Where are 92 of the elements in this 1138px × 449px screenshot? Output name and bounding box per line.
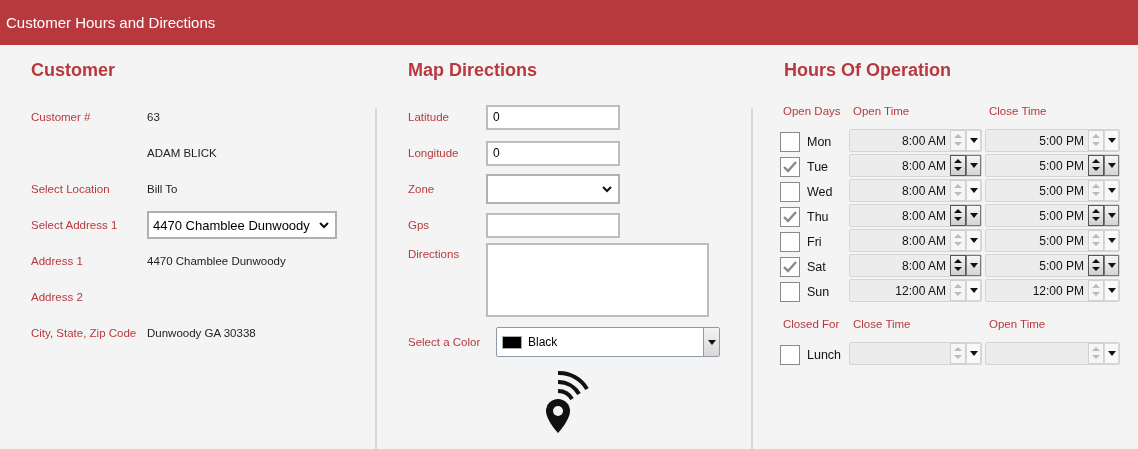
time-picker[interactable]: 8:00 AM (849, 229, 982, 252)
column-header: Open Time (989, 317, 1047, 332)
field-label: Select a Color (408, 336, 482, 348)
time-picker[interactable]: 8:00 AM (849, 154, 982, 177)
field-value: 4470 Chamblee Dunwoody (147, 255, 286, 267)
caret-icon[interactable] (1107, 188, 1116, 193)
day-label: Mon (807, 134, 832, 149)
caret-icon[interactable] (969, 351, 978, 356)
checkbox[interactable] (780, 181, 800, 202)
checkbox[interactable] (780, 156, 800, 177)
time-picker[interactable]: 5:00 PM (985, 204, 1120, 227)
field-label: Address 1 (31, 255, 83, 267)
chevron-icon (602, 185, 612, 193)
input-field[interactable] (486, 212, 620, 238)
time-picker[interactable]: 12:00 PM (985, 279, 1120, 302)
caret-icon[interactable] (969, 138, 978, 143)
caret-icon[interactable] (1107, 288, 1116, 293)
caret-icon[interactable] (1107, 213, 1116, 218)
time-picker[interactable]: 12:00 AM (849, 279, 982, 302)
spin-buttons[interactable] (950, 205, 966, 226)
checkbox[interactable] (780, 206, 800, 227)
time-picker[interactable]: 8:00 AM (849, 129, 982, 152)
checkbox[interactable] (780, 131, 800, 152)
day-label: Lunch (807, 347, 842, 362)
column-header: Close Time (989, 104, 1048, 119)
field-label: Longitude (408, 147, 460, 159)
caret-icon[interactable] (969, 238, 978, 243)
caret-icon[interactable] (969, 188, 978, 193)
input-field[interactable]: 0 (486, 104, 620, 130)
field-label: Select Location (31, 183, 110, 195)
field-value: 63 (147, 111, 160, 123)
caret-icon[interactable] (1107, 163, 1116, 168)
caret-icon[interactable] (1107, 138, 1116, 143)
field-value: ADAM BLICK (147, 147, 217, 159)
section-title: Map Directions (408, 58, 538, 82)
time-picker[interactable]: 5:00 PM (985, 229, 1120, 252)
section-title: Hours Of Operation (784, 58, 951, 82)
field-value: Dunwoody GA 30338 (147, 327, 256, 339)
zone-select[interactable] (486, 174, 620, 204)
caret-icon[interactable] (1107, 238, 1116, 243)
field-label: Address 2 (31, 291, 83, 303)
section-title: Customer (31, 58, 115, 82)
time-picker[interactable]: 5:00 PM (985, 179, 1120, 202)
caret-icon[interactable] (969, 263, 978, 268)
spin-buttons[interactable] (1088, 205, 1104, 226)
field-label: Gps (408, 219, 431, 231)
column-header: Open Days (783, 104, 842, 119)
time-picker[interactable]: 8:00 AM (849, 179, 982, 202)
directions-field[interactable] (486, 243, 709, 317)
checkbox[interactable] (780, 344, 800, 365)
day-label: Sat (807, 259, 826, 274)
check-icon (783, 160, 797, 173)
check-icon (783, 210, 797, 223)
input-field[interactable]: 0 (486, 140, 620, 166)
address-select[interactable]: 4470 Chamblee Dunwoody (147, 211, 337, 239)
time-picker[interactable]: 5:00 PM (985, 129, 1120, 152)
caret-icon[interactable] (969, 213, 978, 218)
field-label: City, State, Zip Code (31, 327, 137, 339)
day-label: Fri (807, 234, 822, 249)
time-picker[interactable]: 8:00 AM (849, 204, 982, 227)
field-label: Customer # (31, 111, 91, 123)
time-picker[interactable]: 5:00 PM (985, 154, 1120, 177)
caret-icon[interactable] (969, 163, 978, 168)
window-title: Customer Hours and Directions (6, 14, 216, 31)
day-label: Tue (807, 159, 829, 174)
field-label: Directions (408, 247, 461, 260)
caret-icon[interactable] (969, 288, 978, 293)
spin-buttons[interactable] (950, 255, 966, 276)
checkbox[interactable] (780, 256, 800, 277)
day-label: Wed (807, 184, 833, 199)
field-value: Bill To (147, 183, 178, 195)
column-header: Open Time (853, 104, 911, 119)
time-picker[interactable]: 5:00 PM (985, 254, 1120, 277)
caret-icon[interactable] (707, 339, 716, 345)
column-header: Close Time (853, 317, 912, 332)
color-select[interactable]: Black (496, 327, 720, 357)
column-header: Closed For (783, 317, 841, 332)
caret-icon[interactable] (1107, 351, 1116, 356)
check-icon (783, 260, 797, 273)
spin-buttons[interactable] (1088, 255, 1104, 276)
field-label: Select Address 1 (31, 219, 118, 231)
caret-icon[interactable] (1107, 263, 1116, 268)
spin-buttons[interactable] (950, 155, 966, 176)
time-picker[interactable]: 8:00 AM (849, 254, 982, 277)
spin-buttons[interactable] (1088, 155, 1104, 176)
checkbox[interactable] (780, 231, 800, 252)
checkbox[interactable] (780, 281, 800, 302)
day-label: Sun (807, 284, 830, 299)
day-label: Thu (807, 209, 829, 224)
field-label: Latitude (408, 111, 450, 123)
field-label: Zone (408, 183, 436, 195)
chevron-icon (319, 221, 329, 229)
